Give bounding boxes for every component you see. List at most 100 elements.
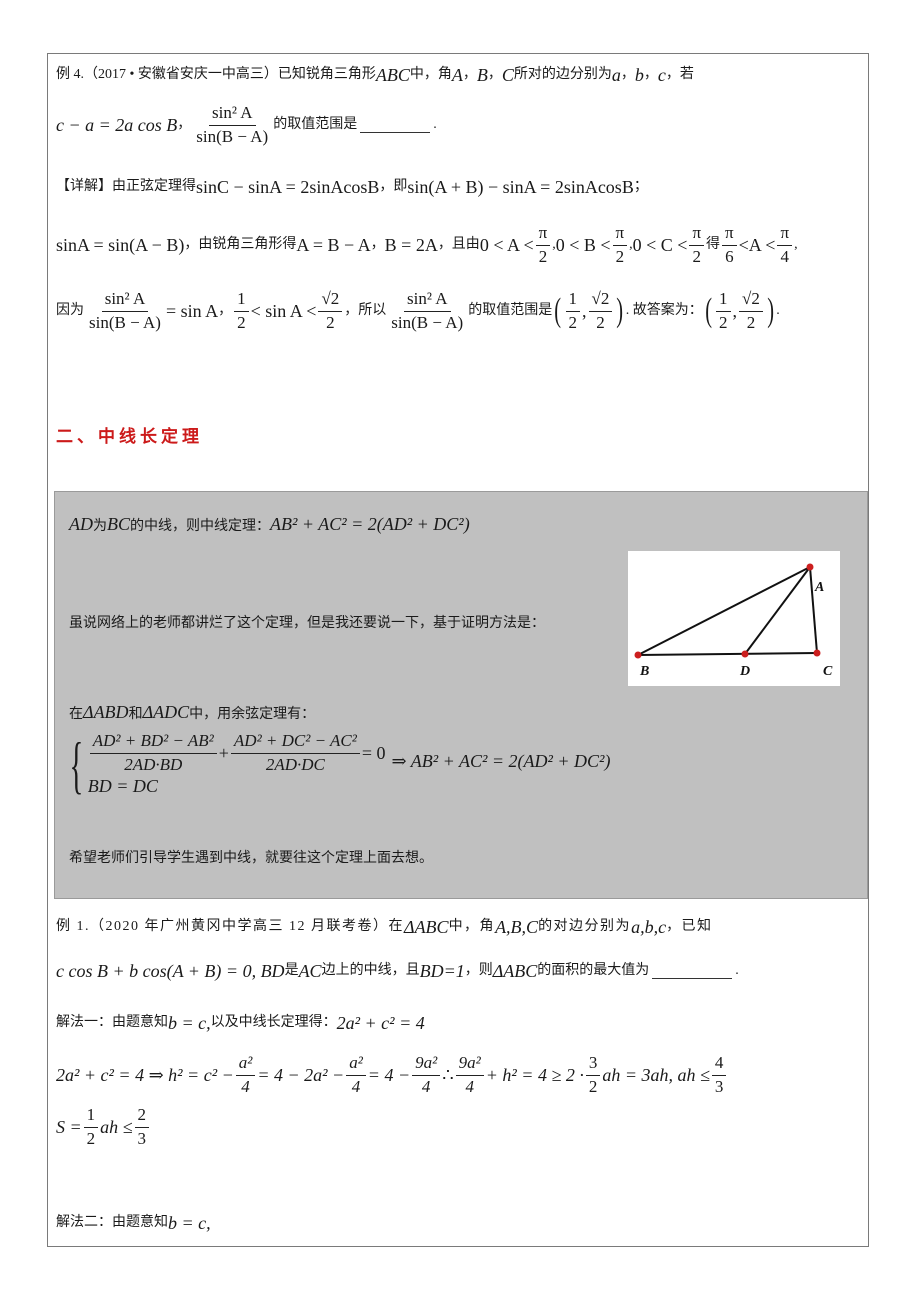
text: ，即 [379,179,408,194]
segment-ad: AD [69,514,93,534]
denominator: 4 [351,1076,361,1096]
equation: c cos B + b cos(A + B) = 0, BD [56,961,285,981]
bd-equals-dc: BD = DC [87,776,158,797]
area-line: S = 12 ah ≤ 23 [56,1105,151,1148]
numerator: 1 [716,289,731,312]
triangle-adc: ΔADC [142,702,190,722]
example1-statement-line1: 例 1.（2020 年广州黄冈中学高三 12 月联考卷）在 ΔABC 中，角 A… [56,918,713,936]
separator: ， [643,67,658,82]
fraction-sin2a-over-sin-b-minus-a: sin² Asin(B − A) [388,289,466,332]
equation: sinA = sin(A − B) [56,235,185,256]
separator: ， [218,303,233,319]
example4-statement-line1: 例 4.（2017 • 安徽省安庆一中高三）已知锐角三角形 ABC 中，角 A … [56,66,694,84]
fraction-a2-over-4: a² 4 [235,1053,256,1096]
equation: + h² = 4 ≥ 2 · [485,1065,584,1086]
left-paren: ( [704,292,712,330]
answer-blank[interactable] [652,964,733,979]
equation: b = c, [168,1013,211,1033]
numerator: π [535,223,551,246]
text: 虽说网络上的老师都讲烂了这个定理，但是我还要说一下，基于证明方法是： [69,616,545,631]
document-frame: 例 4.（2017 • 安徽省安庆一中高三）已知锐角三角形 ABC 中，角 A … [47,53,869,1247]
period: . [433,117,437,133]
fraction-sqrt2-over-2: √2 2 [318,289,343,332]
point-c [813,649,821,657]
text: 因为 [56,303,84,319]
system-row2: BD = DC [88,776,611,797]
median-theorem-box: AD 为 BC 的中线，则中线定理： AB² + AC² = 2(AD² + D… [54,491,868,899]
text: 和 [128,706,143,722]
side-a: a [611,65,621,85]
text: 解法一：由题意知 [56,1015,168,1030]
text: ，且由 [437,237,480,253]
solution-label: 【详解】 [56,179,112,194]
right-paren: ) [767,292,774,330]
fraction-pi-over-2: π2 [689,223,705,266]
derivation-line: 2a² + c² = 4 ⇒ h² = c² − a² 4 = 4 − 2a² −… [56,1053,728,1096]
comma: , [732,301,738,322]
denominator: 2 [692,246,702,266]
inequality: 0 < A < [479,235,534,256]
section-title: 二、中线长定理 [56,427,203,447]
numerator: 2 [134,1105,150,1128]
text: 希望老师们引导学生遇到中线，就要往这个定理上面去想。 [69,851,433,866]
equation: = 4 − [367,1065,411,1086]
text: ，所以 [344,303,387,319]
text: 以及中线长定理得： [210,1015,337,1030]
triangle-abc: ΔABC [492,961,538,981]
period: . [776,303,780,319]
equation: BD=1 [419,961,465,981]
fraction-sin2a-over-sin-b-minus-a: sin² Asin(B − A) [86,289,164,332]
angles: A,B,C [495,917,539,937]
numerator: π [777,223,793,246]
denominator: 2 [237,312,246,332]
segment-ad [744,566,811,655]
denominator: 3 [137,1128,147,1148]
separator: ， [620,67,635,82]
equation: A = B − A [296,235,371,256]
implication: ⇒ AB² + AC² = 2(AD² + DC²) [391,750,611,771]
denominator: 2 [719,312,728,332]
segment-bc: BC [107,514,131,534]
inequality: 0 < C < [632,235,688,256]
point-d [741,650,749,658]
inequality: < sin A < [250,301,317,322]
denominator: 2 [615,246,625,266]
denominator: 2 [86,1128,96,1148]
solution-line3: 因为 sin² Asin(B − A) = sin A ， 12 < sin A… [56,289,780,332]
median-theorem-statement: AD 为 BC 的中线，则中线定理： AB² + AC² = 2(AD² + D… [69,514,470,535]
numerator: AD² + DC² − AC² [230,731,360,754]
cosine-law-intro: 在 ΔABD 和 ΔADC 中，用余弦定理有： [69,702,315,723]
system-rows: AD² + BD² − AB² 2AD·BD + AD² + DC² − AC² 2… [88,731,611,797]
denominator: 4 [421,1076,431,1096]
numerator: √2 [318,289,343,312]
denominator: sin(B − A) [196,126,269,146]
text: 边上的中线，且 [321,963,420,978]
equation: ah ≤ [100,1117,133,1138]
fraction-sin2a-over-sin-b-minus-a: sin² A sin(B − A) [193,103,271,146]
fraction-9a2-over-4: 9a² 4 [455,1053,484,1096]
numerator: sin² A [208,103,256,126]
intro-text: 虽说网络上的老师都讲烂了这个定理，但是我还要说一下，基于证明方法是： [69,612,545,632]
side-c: c [657,65,666,85]
fraction-1-over-2: 12 [83,1105,99,1148]
numerator: 1 [83,1105,99,1128]
label-b: B [639,664,649,679]
triangle-figure: A B D C [628,551,840,686]
segment-ab [637,566,811,656]
angle-b: B [476,65,488,85]
angle-c: C [501,65,514,85]
fraction-1-over-2: 12 [716,289,731,332]
text: 所对的边分别为 [513,67,612,82]
text: 中，角 [448,919,496,934]
numerator: sin² A [101,289,149,312]
equation: B = 2A [384,235,438,256]
left-brace: { [69,728,84,800]
angle-a: A [451,65,463,85]
denominator: 2 [568,312,578,332]
numerator: 4 [711,1053,727,1076]
median-theorem-equation: AB² + AC² = 2(AD² + DC²) [270,514,470,534]
denominator: sin(B − A) [89,312,161,332]
fraction-2-over-3: 23 [134,1105,150,1148]
answer-blank[interactable] [360,118,431,133]
system-row1: AD² + BD² − AB² 2AD·BD + AD² + DC² − AC² 2… [88,731,611,774]
